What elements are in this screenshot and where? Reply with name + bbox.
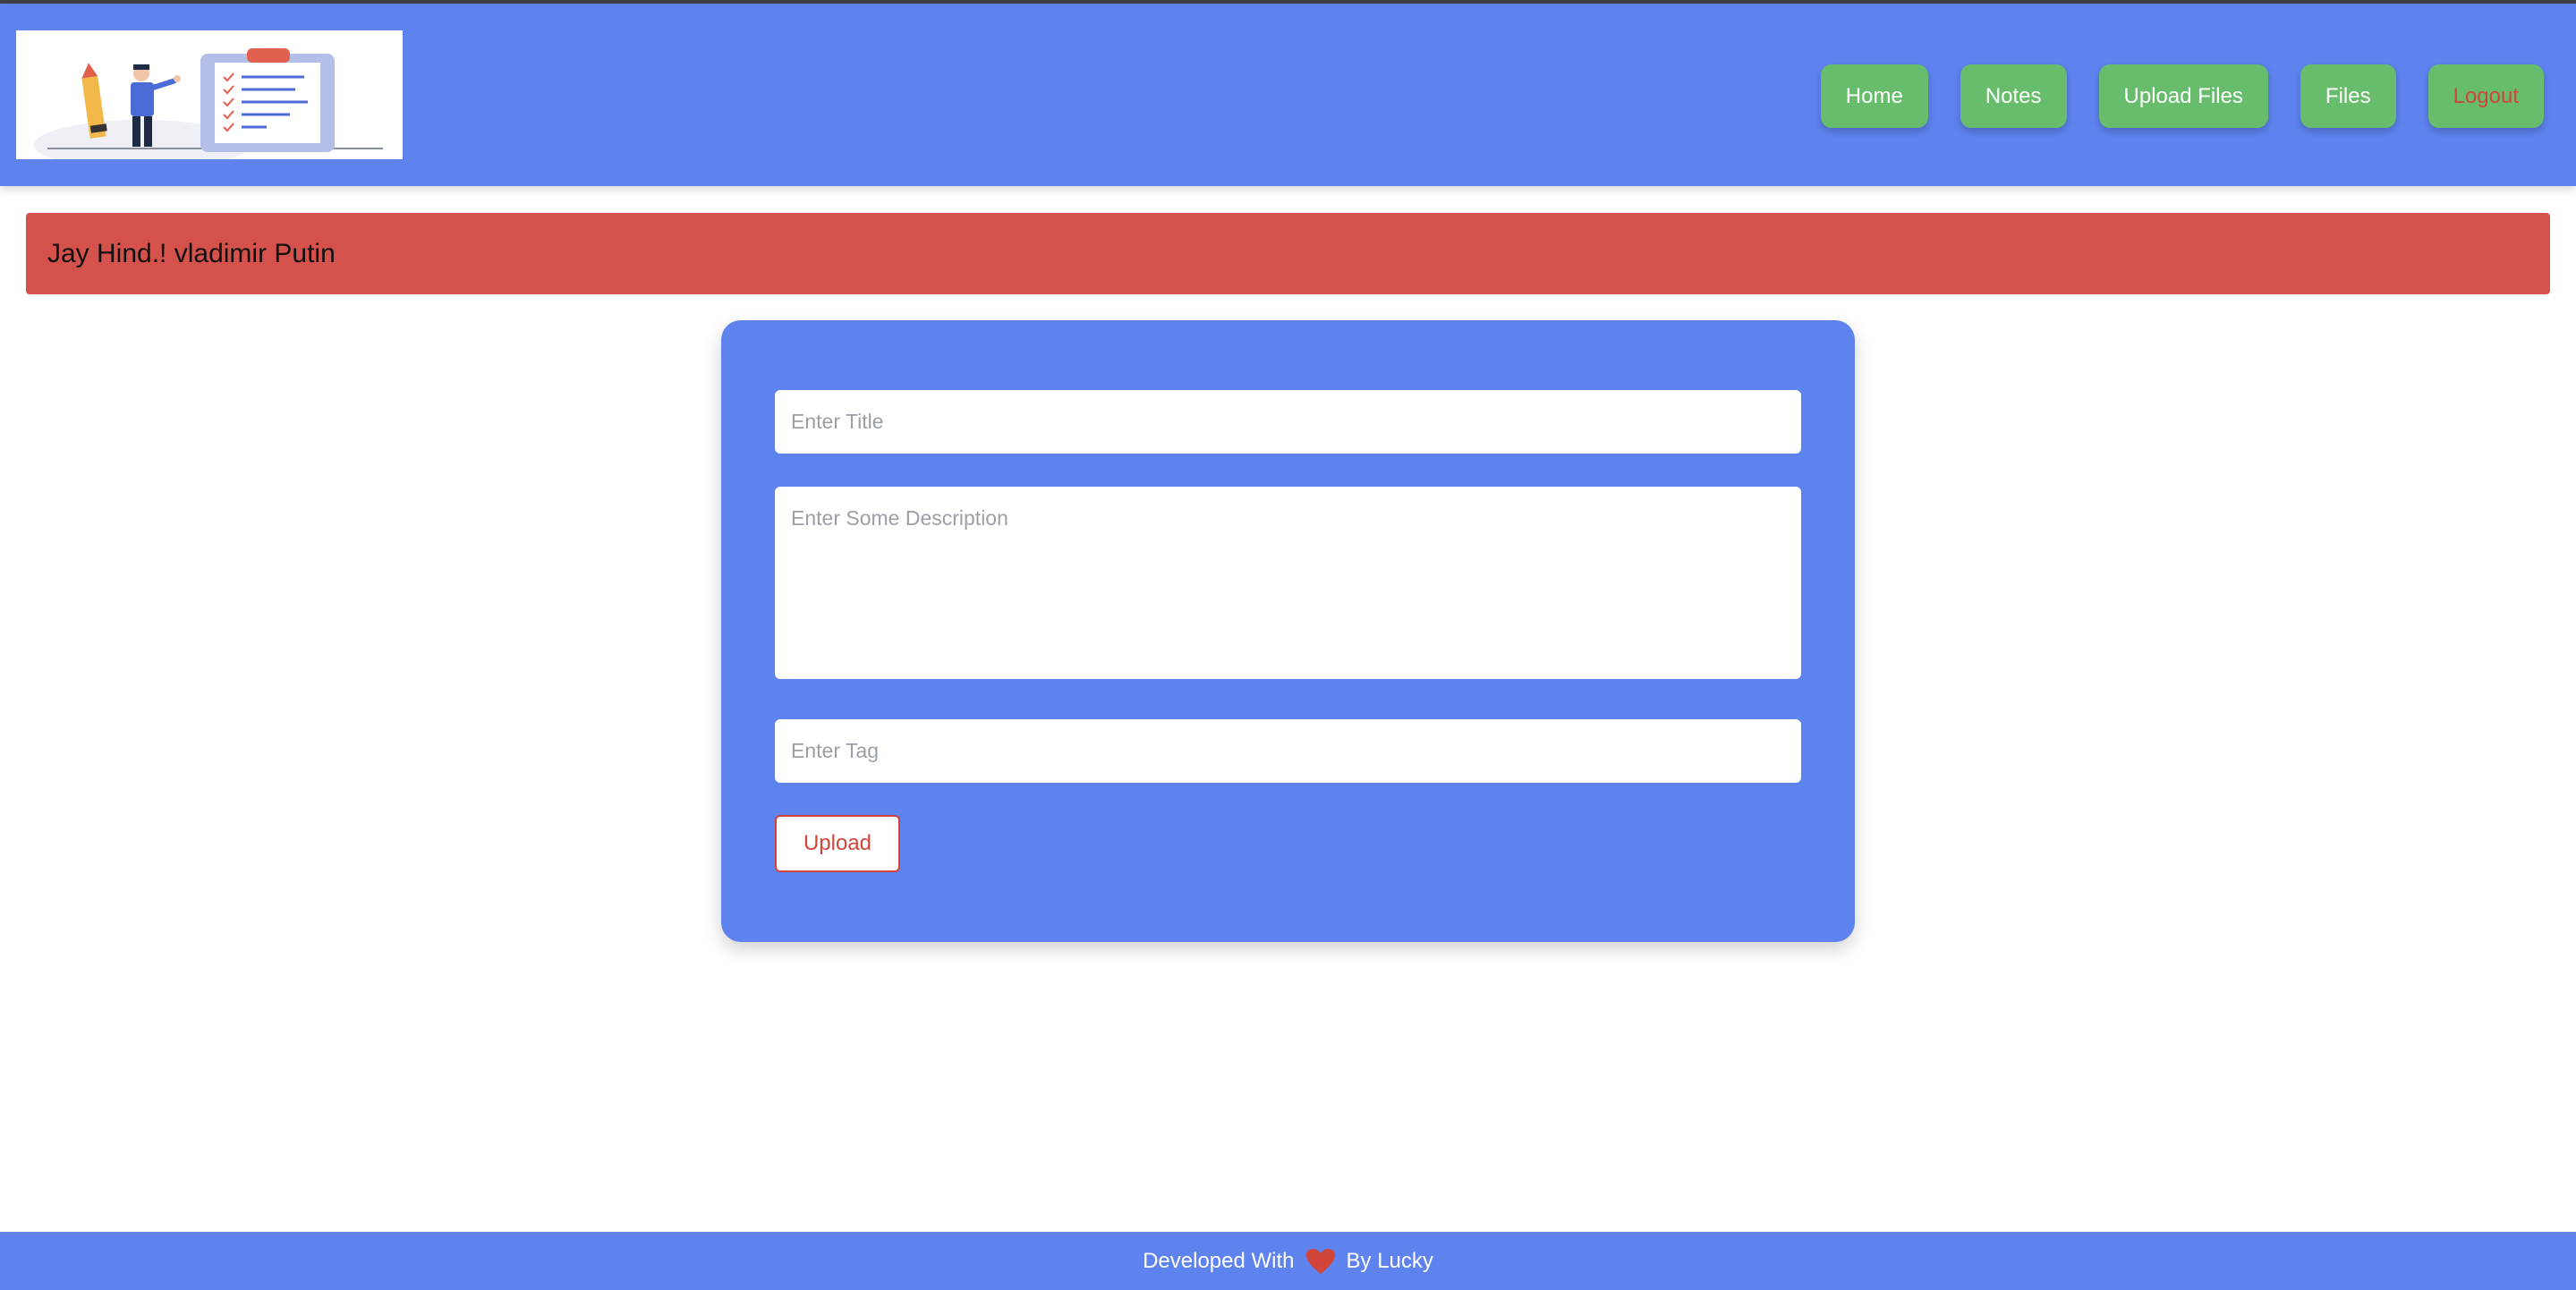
greeting-alert: Jay Hind.! vladimir Putin bbox=[26, 213, 2550, 294]
logo-illustration bbox=[34, 48, 383, 170]
upload-form-card: Upload bbox=[721, 320, 1855, 942]
nav-logout-button[interactable]: Logout bbox=[2427, 64, 2544, 128]
site-footer: Developed With By Lucky bbox=[0, 1232, 2576, 1290]
heart-icon bbox=[1305, 1248, 1336, 1275]
nav-home-button[interactable]: Home bbox=[1820, 64, 1928, 128]
upload-button[interactable]: Upload bbox=[775, 815, 900, 872]
main-nav: Home Notes Upload Files Files Logout bbox=[1820, 64, 2544, 128]
footer-prefix-text: Developed With bbox=[1143, 1248, 1295, 1273]
logo[interactable] bbox=[16, 30, 403, 170]
nav-notes-button[interactable]: Notes bbox=[1960, 64, 2067, 128]
tag-input[interactable] bbox=[775, 719, 1801, 783]
footer-suffix-text: By Lucky bbox=[1346, 1248, 1433, 1273]
site-header: Home Notes Upload Files Files Logout bbox=[0, 4, 2576, 186]
nav-files-button[interactable]: Files bbox=[2300, 64, 2396, 128]
description-textarea[interactable] bbox=[775, 487, 1801, 679]
nav-upload-files-button[interactable]: Upload Files bbox=[2098, 64, 2268, 128]
title-input[interactable] bbox=[775, 390, 1801, 454]
